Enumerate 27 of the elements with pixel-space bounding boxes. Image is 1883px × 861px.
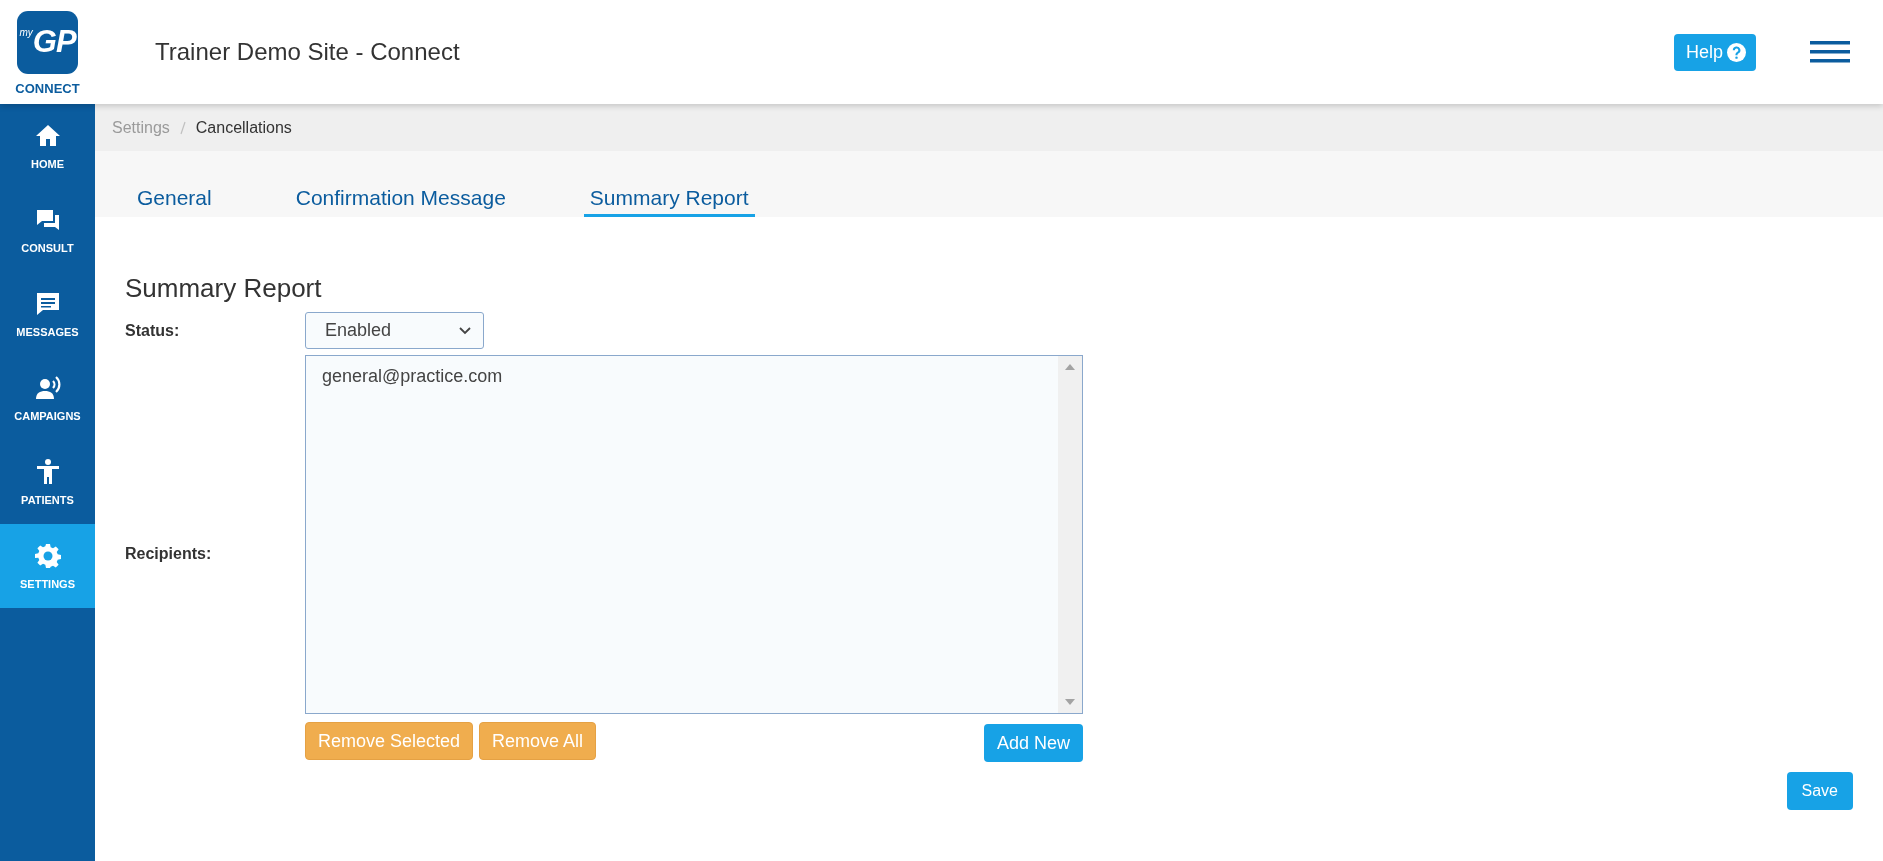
site-title: Trainer Demo Site - Connect xyxy=(155,38,460,66)
field-label: Recipients: xyxy=(125,545,213,563)
status-dropdown[interactable]: Enabled xyxy=(305,312,484,349)
logo: $^{my}$GP xyxy=(17,10,78,74)
nav-item[interactable]: HOME xyxy=(0,104,95,188)
breadcrumb-current: Cancellations xyxy=(195,118,292,137)
nav-item[interactable]: CONSULT xyxy=(0,188,95,272)
chevron-icon xyxy=(459,326,471,335)
field-label: Status: xyxy=(125,321,181,340)
section-heading: Summary Report xyxy=(125,273,323,304)
settings-icon xyxy=(33,542,62,570)
tab[interactable]: General xyxy=(131,186,218,217)
list-item[interactable]: general@practice.com xyxy=(322,364,1042,389)
tab[interactable]: Summary Report xyxy=(583,186,755,217)
scroll-down-arrow-icon[interactable] xyxy=(1065,699,1075,705)
separator-icon xyxy=(179,120,186,135)
menu-icon[interactable] xyxy=(1810,41,1850,63)
scrollbar[interactable] xyxy=(1058,356,1082,713)
question-icon xyxy=(1727,42,1746,62)
recipients-list[interactable]: general@practice.com xyxy=(305,355,1083,714)
nav-item[interactable]: MESSAGES xyxy=(0,272,95,356)
scroll-up-arrow-icon[interactable] xyxy=(1065,364,1075,370)
campaigns-icon xyxy=(33,374,62,402)
nav-item[interactable]: PATIENTS xyxy=(0,440,95,524)
tab[interactable]: Confirmation Message xyxy=(289,186,512,217)
nav-item[interactable]: CAMPAIGNS xyxy=(0,356,95,440)
logo-caption: CONNECT xyxy=(15,80,80,96)
